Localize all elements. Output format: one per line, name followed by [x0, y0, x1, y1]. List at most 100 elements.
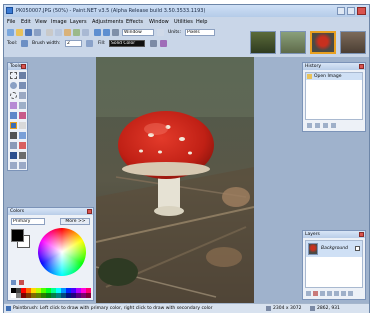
new-image-icon[interactable] — [7, 29, 14, 36]
close-button[interactable] — [357, 7, 366, 15]
add-layer-icon[interactable] — [306, 291, 311, 296]
units-dropdown[interactable]: Pixels — [185, 29, 215, 36]
menu-view[interactable]: View — [35, 19, 47, 25]
paintbrush-icon[interactable] — [21, 40, 28, 47]
grid-icon[interactable] — [112, 29, 119, 36]
menu-layers[interactable]: Layers — [70, 19, 87, 25]
brush-width-label: Brush width: — [32, 41, 61, 46]
window-dropdown[interactable]: Window — [122, 29, 154, 36]
shapes-icon[interactable] — [10, 162, 17, 169]
brush-width-value: 2 — [67, 41, 70, 46]
thumbnail-1[interactable] — [250, 31, 276, 54]
save-icon[interactable] — [25, 29, 32, 36]
brush-width-input[interactable]: 2 — [65, 40, 82, 47]
primary-color-swatch[interactable] — [11, 229, 24, 242]
fast-forward-icon[interactable] — [331, 123, 336, 128]
alpha-blend-icon[interactable] — [160, 40, 167, 47]
thumbnail-3[interactable] — [310, 31, 336, 54]
duplicate-layer-icon[interactable] — [320, 291, 325, 296]
tool-label: Tool: — [7, 41, 18, 46]
rectangle-select-icon[interactable] — [10, 72, 17, 79]
ellipse-select-icon[interactable] — [10, 92, 17, 99]
tools-close-button[interactable] — [21, 64, 26, 69]
menu-window[interactable]: Window — [149, 19, 169, 25]
delete-layer-icon[interactable] — [313, 291, 318, 296]
redo-icon[interactable] — [103, 29, 110, 36]
primary-dropdown-value: Primary — [13, 219, 31, 224]
color-wheel[interactable] — [38, 228, 86, 276]
text-icon[interactable] — [10, 152, 17, 159]
maximize-button[interactable] — [347, 7, 355, 15]
app-icon — [6, 7, 13, 14]
palette-add-icon[interactable] — [11, 280, 16, 285]
pencil-icon[interactable] — [10, 132, 17, 139]
paintbrush-status-icon — [6, 306, 11, 311]
magic-wand-icon[interactable] — [10, 102, 17, 109]
cut-icon[interactable] — [46, 29, 53, 36]
history-close-button[interactable] — [359, 64, 364, 69]
history-item-label: Open Image — [314, 74, 342, 79]
color-swatches — [11, 229, 31, 249]
menu-utilities[interactable]: Utilities — [174, 19, 193, 25]
layers-close-button[interactable] — [359, 232, 364, 237]
primary-secondary-dropdown[interactable]: Primary — [11, 218, 45, 225]
tools-panel-title: Tools — [10, 64, 22, 69]
main-toolbar: Window Units: Pixels — [4, 27, 244, 38]
history-panel: History Open Image — [302, 62, 366, 132]
menu-file[interactable]: File — [7, 19, 15, 25]
line-curve-icon[interactable] — [19, 152, 26, 159]
fill-dropdown[interactable]: Solid Color — [109, 40, 145, 47]
lasso-select-icon[interactable] — [10, 82, 17, 89]
eraser-icon[interactable] — [19, 122, 26, 129]
antialias-icon[interactable] — [86, 40, 93, 47]
redo-step-icon[interactable] — [323, 123, 328, 128]
open-folder-icon[interactable] — [16, 29, 23, 36]
zoom-icon[interactable] — [157, 29, 164, 36]
layer-properties-icon[interactable] — [348, 291, 353, 296]
thumbnail-2[interactable] — [280, 31, 306, 54]
thumbnail-4[interactable] — [340, 31, 366, 54]
deselect-icon[interactable] — [82, 29, 89, 36]
zoom-tool-icon[interactable] — [19, 92, 26, 99]
color-picker-icon[interactable] — [19, 132, 26, 139]
shape-type-icon[interactable] — [19, 162, 26, 169]
image-canvas[interactable] — [96, 57, 254, 303]
paint-bucket-icon[interactable] — [10, 112, 17, 119]
paste-icon[interactable] — [64, 29, 71, 36]
move-layer-up-icon[interactable] — [334, 291, 339, 296]
cursor-position: 2862, 931 — [317, 306, 340, 311]
print-icon[interactable] — [34, 29, 41, 36]
move-pixels-icon[interactable] — [19, 82, 26, 89]
move-selection-icon[interactable] — [19, 72, 26, 79]
menu-image[interactable]: Image — [51, 19, 67, 25]
rewind-icon[interactable] — [307, 123, 312, 128]
blend-mode-icon[interactable] — [150, 40, 157, 47]
merge-layer-icon[interactable] — [327, 291, 332, 296]
clone-stamp-icon[interactable] — [10, 142, 17, 149]
history-panel-title: History — [305, 64, 322, 69]
pan-icon[interactable] — [19, 102, 26, 109]
gradient-icon[interactable] — [19, 112, 26, 119]
move-layer-down-icon[interactable] — [341, 291, 346, 296]
menu-help[interactable]: Help — [196, 19, 207, 25]
paintbrush-tool-icon[interactable] — [10, 122, 17, 129]
undo-icon[interactable] — [94, 29, 101, 36]
more-colors-button[interactable]: More >> — [60, 218, 90, 225]
undo-step-icon[interactable] — [315, 123, 320, 128]
menu-edit[interactable]: Edit — [21, 19, 31, 25]
copy-icon[interactable] — [55, 29, 62, 36]
layers-panel: Layers Background — [302, 230, 366, 300]
menu-effects[interactable]: Effects — [126, 19, 143, 25]
tools-panel: Tools — [7, 62, 28, 171]
minimize-button[interactable] — [337, 7, 345, 15]
canvas-area[interactable]: Tools History Open Image Colors Primary … — [4, 57, 369, 303]
crop-icon[interactable] — [73, 29, 80, 36]
recolor-icon[interactable] — [19, 142, 26, 149]
palette-color[interactable] — [86, 293, 91, 298]
layer-row[interactable]: Background — [306, 241, 362, 257]
palette-menu-icon[interactable] — [19, 280, 24, 285]
history-item[interactable]: Open Image — [306, 73, 362, 80]
layer-visibility-checkbox[interactable] — [355, 246, 360, 251]
menu-adjustments[interactable]: Adjustments — [92, 19, 123, 25]
colors-close-button[interactable] — [87, 209, 92, 214]
